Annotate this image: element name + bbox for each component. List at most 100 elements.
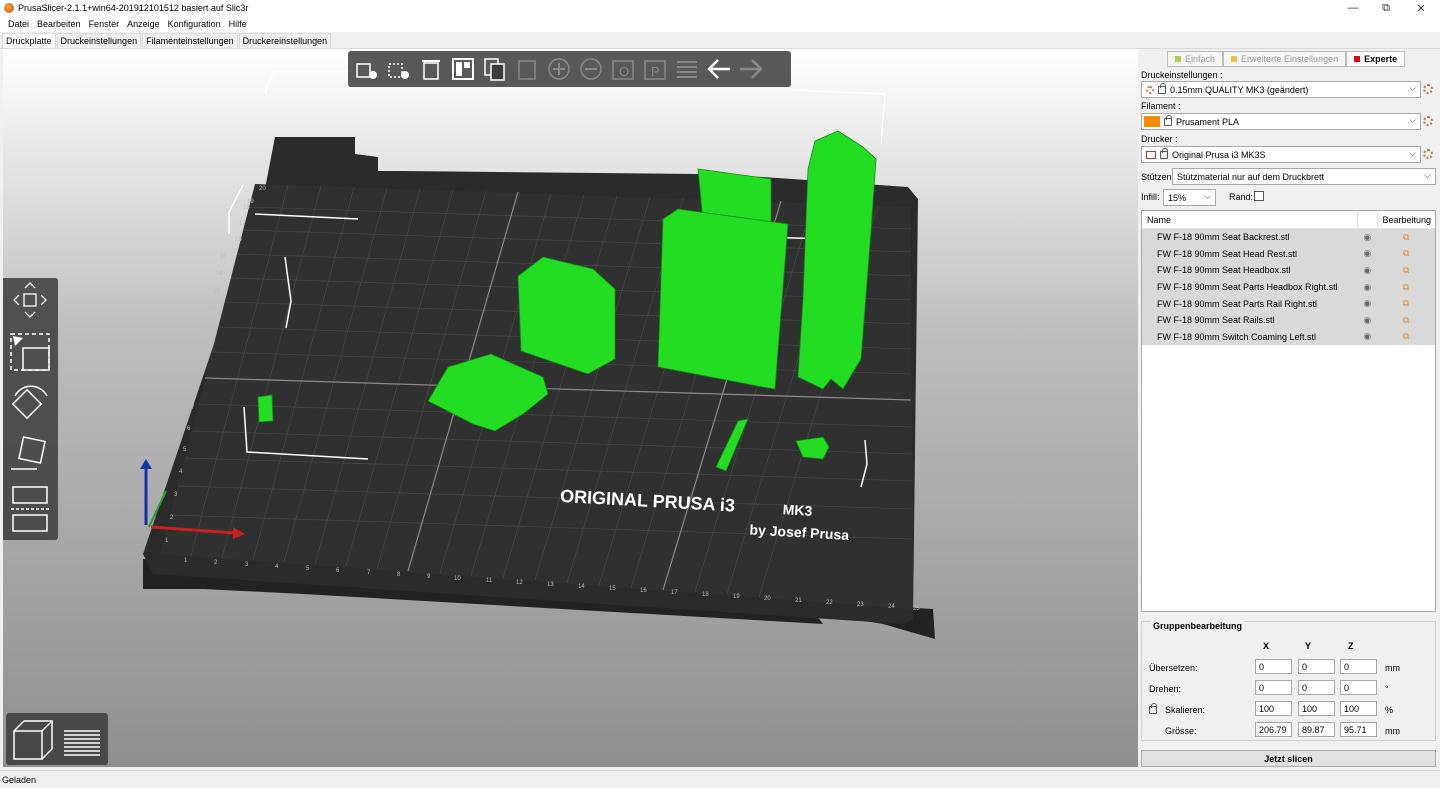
lock-icon [1160,147,1168,159]
eye-icon[interactable]: ◉ [1357,282,1377,293]
scale-x-input[interactable]: 100 [1255,701,1292,716]
object-name: FW F-18 90mm Seat Backrest.stl [1157,232,1290,243]
eye-icon[interactable]: ◉ [1357,331,1377,342]
size-x-input[interactable]: 206.79 [1255,722,1292,737]
cut-tool-icon[interactable] [7,483,53,532]
translate-z-input[interactable]: 0 [1340,659,1377,674]
maximize-button[interactable]: ⧉ [1371,0,1401,16]
object-row[interactable]: FW F-18 90mm Seat Head Rest.stl ◉ ⧉ [1142,245,1435,263]
scale-tool-icon[interactable] [7,330,53,372]
3d-viewport[interactable]: 1 2 3 4 5 6 7 8 9 10 11 12 13 14 15 16 1… [3,49,1138,767]
mode-advanced-button[interactable]: Erweiterte Einstellungen [1223,51,1347,67]
rotate-y-input[interactable]: 0 [1298,680,1335,695]
remove-instance-button[interactable] [578,56,604,82]
filament-combo[interactable]: Prusament PLA ⌵ [1141,113,1433,130]
printer-combo[interactable]: Original Prusa i3 MK3S ⌵ [1141,146,1433,163]
preview-layers-icon[interactable] [58,717,104,761]
translate-y-input[interactable]: 0 [1298,659,1335,674]
size-label: Grösse: [1165,726,1197,736]
tab-druckereinstellungen[interactable]: Druckereinstellungen [238,33,332,48]
bed-y-tick: 9 [199,365,203,371]
menu-hilfe[interactable]: Hilfe [225,19,251,29]
tab-filamenteinstellungen[interactable]: Filamenteinstellungen [142,33,238,48]
scale-z-input[interactable]: 100 [1340,701,1377,716]
chevron-down-icon: ⌵ [1409,115,1416,125]
menu-konfiguration[interactable]: Konfiguration [164,19,225,29]
prusaslicer-logo-icon [4,3,14,13]
delete-object-button[interactable] [386,56,412,82]
add-object-button[interactable] [354,56,380,82]
menu-bearbeiten[interactable]: Bearbeiten [33,19,85,29]
eye-icon[interactable]: ◉ [1357,248,1377,259]
split-parts-button[interactable]: P [642,56,668,82]
edit-settings-icon[interactable]: ⧉ [1377,331,1435,342]
object-row[interactable]: FW F-18 90mm Switch Coaming Left.stl ◉ ⧉ [1142,328,1435,346]
edit-settings-icon[interactable]: ⧉ [1377,315,1435,326]
edit-settings-icon[interactable]: ⧉ [1377,265,1435,276]
slice-now-button[interactable]: Jetzt slicen [1141,750,1436,767]
rotate-z-input[interactable]: 0 [1340,680,1377,695]
scale-y-input[interactable]: 100 [1298,701,1335,716]
menu-anzeige[interactable]: Anzeige [123,19,164,29]
menu-fenster[interactable]: Fenster [85,19,124,29]
rotate-x-input[interactable]: 0 [1255,680,1292,695]
object-row[interactable]: FW F-18 90mm Seat Parts Headbox Right.st… [1142,278,1435,296]
size-y-input[interactable]: 89.87 [1298,722,1335,737]
print-settings-combo[interactable]: 0.15mm QUALITY MK3 (geändert) ⌵ [1141,81,1433,98]
lock-icon [1158,82,1166,94]
gear-icon[interactable] [1423,84,1433,94]
chevron-down-icon: ⌵ [1409,148,1416,158]
filament-color-swatch[interactable] [1144,116,1160,127]
tab-druckeinstellungen[interactable]: Druckeinstellungen [56,33,142,48]
object-name: FW F-18 90mm Seat Head Rest.stl [1157,248,1298,259]
close-button[interactable]: ✕ [1406,0,1436,16]
translate-unit: mm [1385,663,1400,673]
mode-advanced-label: Erweiterte Einstellungen [1241,54,1339,64]
mode-simple-button[interactable]: Einfach [1167,51,1224,67]
edit-settings-icon[interactable]: ⧉ [1377,232,1435,243]
tab-druckplatte[interactable]: Druckplatte [2,33,56,48]
object-row[interactable]: FW F-18 90mm Seat Headbox.stl ◉ ⧉ [1142,262,1435,279]
bed-x-tick: 11 [486,578,493,584]
printer-value: Original Prusa i3 MK3S [1172,149,1266,160]
size-z-input[interactable]: 95.71 [1340,722,1377,737]
3d-view-icon[interactable] [10,717,56,761]
object-row[interactable]: FW F-18 90mm Seat Backrest.stl ◉ ⧉ [1142,229,1435,246]
redo-arrow-icon[interactable] [738,56,764,82]
eye-icon[interactable]: ◉ [1357,265,1377,276]
layers-editing-button[interactable] [674,56,700,82]
menu-datei[interactable]: Datei [4,19,33,29]
rotate-tool-icon[interactable] [7,382,53,424]
add-instance-button[interactable] [546,56,572,82]
edit-settings-icon[interactable]: ⧉ [1377,282,1435,293]
infill-combo[interactable]: 15% ⌵ [1163,189,1216,206]
place-on-face-tool-icon[interactable] [7,433,53,475]
eye-icon[interactable]: ◉ [1357,232,1377,243]
arrange-button[interactable] [450,56,476,82]
col-name-header[interactable]: Name [1142,215,1357,225]
object-list: Name Bearbeitung FW F-18 90mm Seat Backr… [1141,210,1436,612]
col-edit-header[interactable]: Bearbeitung [1377,210,1435,229]
bed-x-tick: 13 [547,582,554,588]
object-row[interactable]: FW F-18 90mm Seat Rails.stl ◉ ⧉ [1142,311,1435,329]
gear-icon[interactable] [1423,149,1433,159]
scale-lock-icon[interactable] [1149,703,1157,714]
edit-settings-icon[interactable]: ⧉ [1377,248,1435,259]
eye-icon[interactable]: ◉ [1357,315,1377,326]
delete-all-button[interactable] [418,56,444,82]
supports-combo[interactable]: Stützmaterial nur auf dem Druckbrett ⌵ [1172,168,1436,185]
move-tool-icon[interactable] [7,280,53,322]
edit-settings-icon[interactable]: ⧉ [1377,298,1435,309]
object-row[interactable]: FW F-18 90mm Seat Parts Rail Right.stl ◉ ⧉ [1142,295,1435,312]
paste-button[interactable] [514,56,540,82]
split-objects-button[interactable]: O [610,56,636,82]
minimize-button[interactable]: — [1338,0,1368,16]
bed-x-tick: 19 [733,594,740,600]
mode-expert-button[interactable]: Experte [1346,51,1406,67]
translate-x-input[interactable]: 0 [1255,659,1292,674]
undo-arrow-icon[interactable] [706,56,732,82]
gear-icon[interactable] [1423,116,1433,126]
brim-checkbox[interactable] [1254,191,1264,201]
eye-icon[interactable]: ◉ [1357,298,1377,309]
copy-button[interactable] [482,56,508,82]
